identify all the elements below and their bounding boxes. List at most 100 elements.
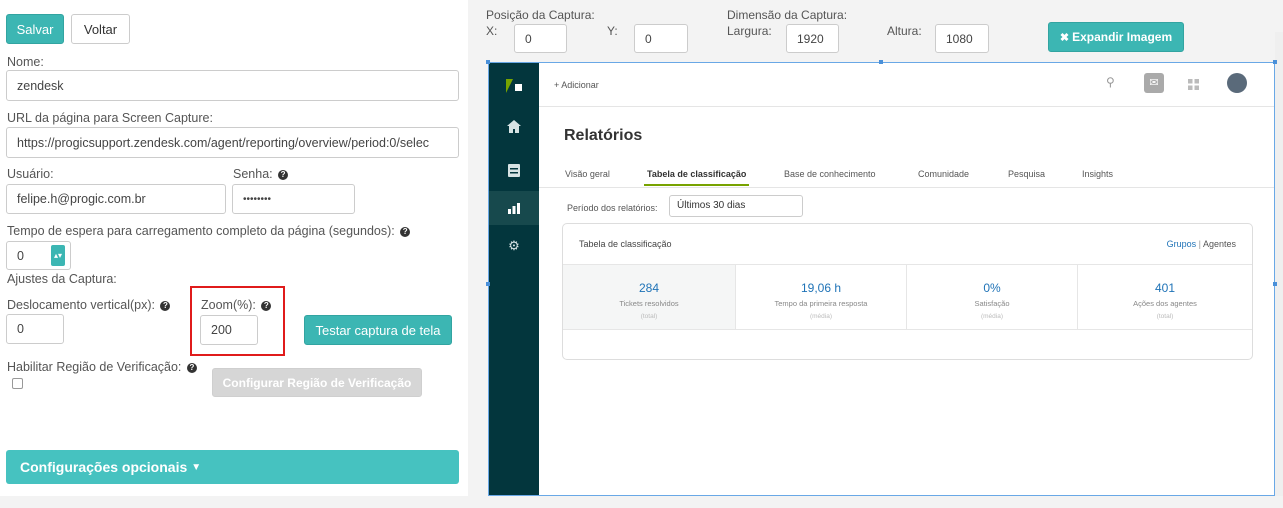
- help-icon[interactable]: ?: [160, 300, 171, 311]
- y-label: Y:: [607, 24, 618, 38]
- name-label: Nome:: [7, 55, 44, 69]
- period-select[interactable]: Últimos 30 dias: [669, 195, 803, 217]
- tab-overview[interactable]: Visão geral: [565, 169, 610, 179]
- enable-region-label: Habilitar Região de Verificação:: [7, 360, 182, 374]
- height-label: Altura:: [887, 24, 922, 38]
- agents-link[interactable]: Agentes: [1203, 239, 1236, 249]
- tab-survey[interactable]: Pesquisa: [1008, 169, 1045, 179]
- expand-image-button[interactable]: ✖ Expandir Imagem: [1048, 22, 1184, 52]
- card-title: Tabela de classificação: [579, 239, 672, 249]
- resize-handle[interactable]: [1273, 60, 1277, 64]
- period-label: Período dos relatórios:: [567, 203, 658, 213]
- vertical-offset-label: Deslocamento vertical(px):: [7, 298, 155, 312]
- metric-agent-actions[interactable]: 401 Ações dos agentes (total): [1077, 264, 1252, 330]
- tabs-divider: [539, 187, 1274, 188]
- enable-region-label-row: Habilitar Região de Verificação: ?: [7, 360, 197, 374]
- zoom-label: Zoom(%):: [201, 298, 256, 312]
- zendesk-logo-icon: [489, 69, 539, 103]
- name-input[interactable]: zendesk: [6, 70, 459, 101]
- metric-satisfaction[interactable]: 0% Satisfação (média): [906, 264, 1077, 330]
- enable-region-checkbox[interactable]: [12, 378, 23, 389]
- metric-value: 284: [638, 281, 660, 295]
- dimension-label: Dimensão da Captura:: [727, 8, 848, 22]
- x-label: X:: [486, 24, 498, 38]
- wait-label-row: Tempo de espera para carregamento comple…: [7, 224, 411, 238]
- height-input[interactable]: 1080: [935, 24, 989, 53]
- width-input[interactable]: 1920: [786, 24, 839, 53]
- help-icon[interactable]: ?: [186, 362, 197, 373]
- metric-sub: (total): [1156, 313, 1174, 320]
- y-input[interactable]: 0: [634, 24, 688, 53]
- zoom-label-row: Zoom(%): ?: [201, 298, 272, 312]
- groups-link[interactable]: Grupos: [1167, 239, 1197, 249]
- resize-handle[interactable]: [486, 60, 490, 64]
- user-input[interactable]: felipe.h@progic.com.br: [6, 184, 226, 214]
- back-button[interactable]: Voltar: [71, 14, 130, 44]
- tab-knowledge-base[interactable]: Base de conhecimento: [784, 169, 876, 179]
- reports-title: Relatórios: [564, 127, 643, 144]
- tab-community[interactable]: Comunidade: [918, 169, 969, 179]
- metric-sub: (total): [640, 313, 658, 320]
- password-label: Senha:: [233, 167, 273, 181]
- settings-gear-icon[interactable]: ⚙: [489, 229, 539, 263]
- home-icon[interactable]: [489, 109, 539, 143]
- user-avatar[interactable]: [1227, 73, 1247, 93]
- zendesk-sidebar: ⚙: [489, 63, 539, 495]
- stepper-icon[interactable]: ▴▾: [51, 245, 65, 266]
- metric-value: 401: [1154, 281, 1176, 295]
- expand-icon: ✖: [1059, 31, 1070, 44]
- resize-handle[interactable]: [1273, 282, 1277, 286]
- views-icon[interactable]: [489, 153, 539, 187]
- leaderboard-card: Tabela de classificação Grupos | Agentes…: [562, 223, 1253, 360]
- metric-desc: Tempo da primeira resposta: [774, 299, 868, 308]
- metric-desc: Tickets resolvidos: [619, 299, 679, 308]
- capture-settings-label: Ajustes da Captura:: [7, 272, 117, 286]
- zendesk-topbar: + Adicionar ⚲ ✉: [539, 63, 1274, 107]
- metric-desc: Satisfação: [974, 299, 1010, 308]
- password-label-row: Senha: ?: [233, 167, 289, 181]
- caret-down-icon: ▼: [191, 461, 202, 473]
- tab-insights[interactable]: Insights: [1082, 169, 1113, 179]
- metric-value: 19,06 h: [800, 281, 842, 295]
- help-icon[interactable]: ?: [400, 226, 411, 237]
- metric-first-reply-time[interactable]: 19,06 h Tempo da primeira resposta (médi…: [735, 264, 906, 330]
- chat-icon[interactable]: ✉: [1144, 73, 1164, 93]
- preview-scrollbar[interactable]: [1275, 32, 1283, 496]
- url-label: URL da página para Screen Capture:: [7, 111, 213, 125]
- help-icon[interactable]: ?: [278, 169, 289, 180]
- metric-sub: (média): [980, 313, 1004, 320]
- reporting-icon[interactable]: [489, 191, 539, 225]
- password-input[interactable]: ••••••••: [232, 184, 355, 214]
- save-button[interactable]: Salvar: [6, 14, 64, 44]
- add-button[interactable]: + Adicionar: [554, 80, 599, 90]
- active-tab-underline: [644, 184, 749, 186]
- test-capture-button[interactable]: Testar captura de tela: [304, 315, 452, 345]
- optional-settings-toggle[interactable]: Configurações opcionais ▼: [6, 450, 459, 484]
- configure-region-button[interactable]: Configurar Região de Verificação: [212, 368, 422, 397]
- user-label: Usuário:: [7, 167, 54, 181]
- search-icon[interactable]: ⚲: [1106, 75, 1115, 89]
- capture-form-panel: Salvar Voltar Nome: zendesk URL da págin…: [0, 0, 468, 496]
- help-icon[interactable]: ?: [261, 300, 272, 311]
- resize-handle[interactable]: [486, 282, 490, 286]
- tab-leaderboard[interactable]: Tabela de classificação: [647, 169, 746, 179]
- position-label: Posição da Captura:: [486, 8, 595, 22]
- width-label: Largura:: [727, 24, 772, 38]
- url-input[interactable]: https://progicsupport.zendesk.com/agent/…: [6, 127, 459, 158]
- vertical-offset-label-row: Deslocamento vertical(px): ?: [7, 298, 171, 312]
- x-input[interactable]: 0: [514, 24, 567, 53]
- optional-settings-label: Configurações opcionais: [20, 459, 188, 475]
- metric-tickets-resolved[interactable]: 284 Tickets resolvidos (total): [563, 264, 735, 330]
- metric-sub: (média): [809, 313, 833, 320]
- resize-handle[interactable]: [879, 60, 883, 64]
- capture-preview[interactable]: ⚙ + Adicionar ⚲ ✉ Relatórios Visão geral…: [488, 62, 1275, 496]
- zoom-input[interactable]: 200: [200, 315, 258, 345]
- card-links: Grupos | Agentes: [1167, 239, 1236, 249]
- metric-desc: Ações dos agentes: [1133, 299, 1197, 308]
- apps-grid-icon[interactable]: [1188, 77, 1199, 95]
- expand-image-label: Expandir Imagem: [1072, 30, 1173, 44]
- vertical-offset-input[interactable]: 0: [6, 314, 64, 344]
- wait-label: Tempo de espera para carregamento comple…: [7, 224, 395, 238]
- links-separator: |: [1198, 239, 1201, 249]
- metric-value: 0%: [983, 281, 1001, 295]
